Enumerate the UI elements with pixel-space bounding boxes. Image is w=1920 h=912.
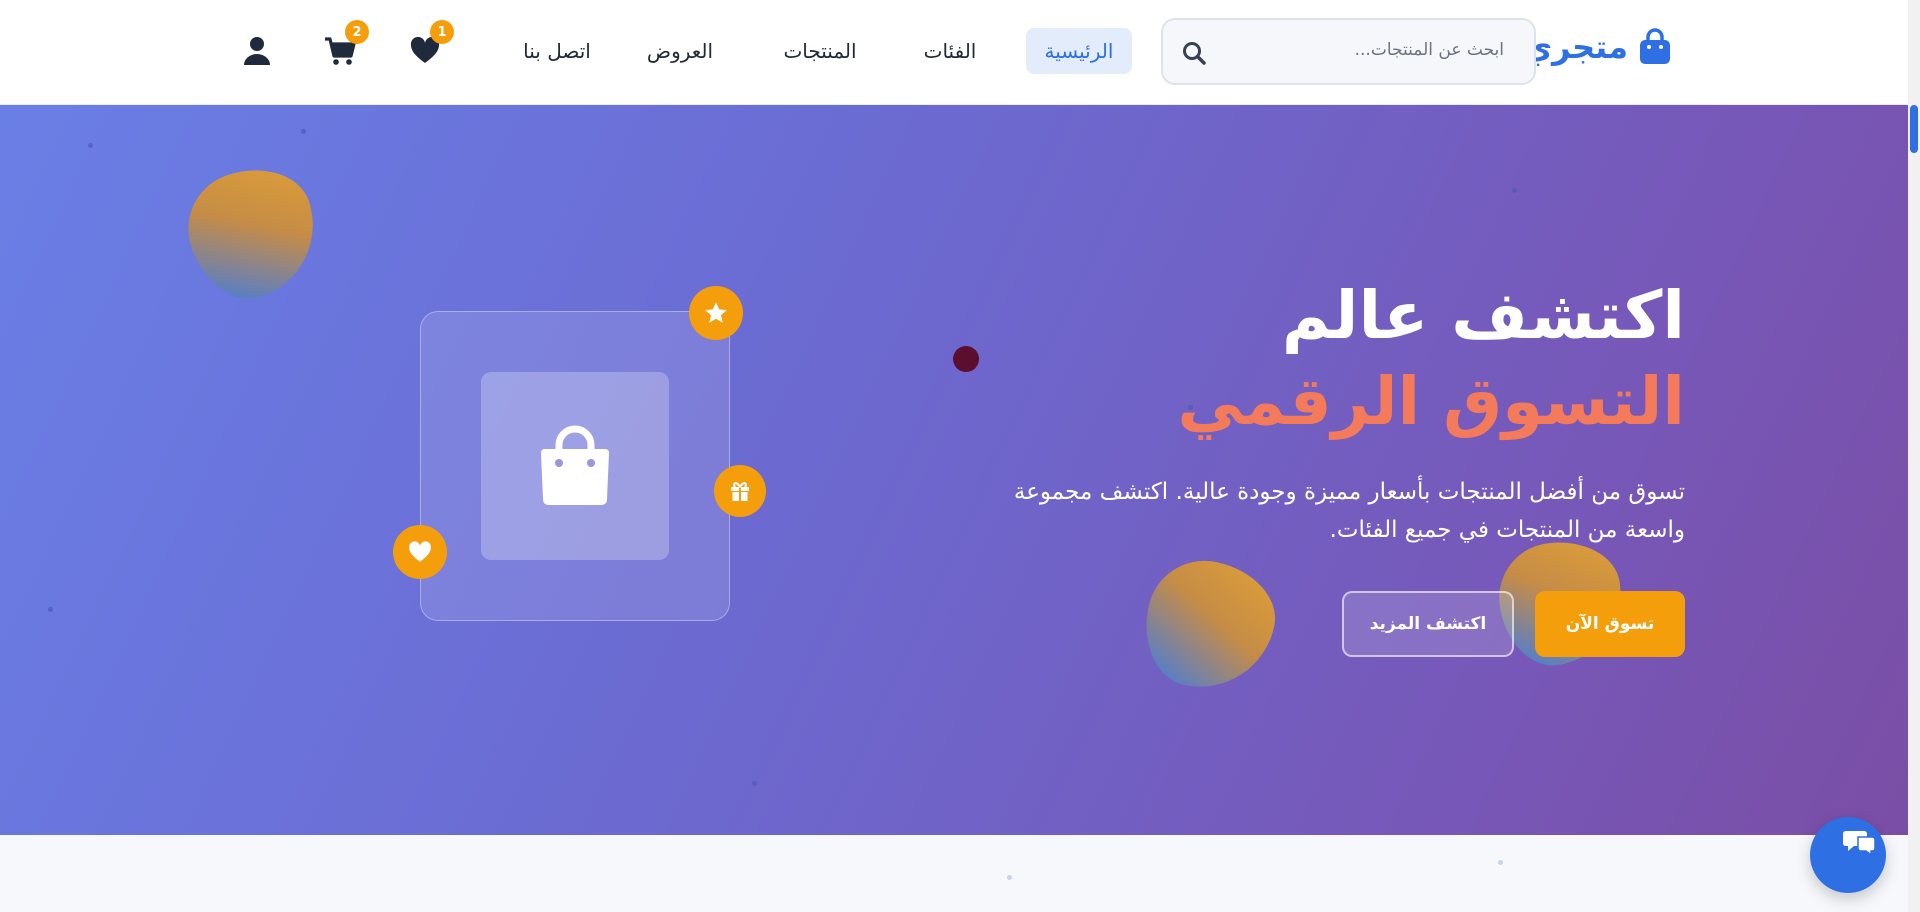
- logo-text: متجري: [1522, 28, 1628, 66]
- shopping-bag-icon: [541, 425, 609, 505]
- decor-dot: [48, 607, 53, 612]
- shop-now-button[interactable]: تسوق الآن: [1535, 591, 1685, 657]
- gift-badge: [714, 465, 766, 517]
- chat-button[interactable]: [1810, 817, 1886, 893]
- hero-section: اكتشف عالم التسوق الرقمي تسوق من أفضل ال…: [0, 105, 1908, 835]
- gift-icon: [731, 482, 749, 501]
- heart-icon: [409, 541, 431, 562]
- scrollbar-thumb[interactable]: [1910, 105, 1918, 153]
- star-icon: [705, 302, 727, 323]
- decor-dot: [1007, 875, 1012, 880]
- nav-categories[interactable]: الفئات: [910, 28, 990, 74]
- hero-title-line2: التسوق الرقمي: [1177, 363, 1685, 440]
- decor-blob: [173, 153, 333, 313]
- hero-subtitle: تسوق من أفضل المنتجات بأسعار مميزة وجودة…: [1013, 479, 1685, 543]
- nav-products[interactable]: المنتجات: [770, 28, 870, 74]
- decor-dot: [1512, 188, 1517, 193]
- cart-button[interactable]: 2: [323, 20, 369, 68]
- decor-dot: [1498, 860, 1503, 865]
- heart-badge: [393, 525, 447, 579]
- explore-more-button[interactable]: اكتشف المزيد: [1342, 591, 1514, 657]
- user-icon: [244, 37, 270, 65]
- cursor-indicator: [953, 346, 979, 372]
- search-icon[interactable]: [1181, 40, 1207, 66]
- page-scrollbar[interactable]: [1908, 0, 1920, 912]
- wishlist-button[interactable]: 1: [408, 20, 454, 68]
- logo[interactable]: متجري: [1523, 28, 1672, 66]
- decor-dot: [752, 781, 757, 786]
- star-badge: [689, 286, 743, 340]
- site-header: متجري الرئيسية الفئات المنتجات العروض ات…: [0, 0, 1908, 105]
- shopping-bag-icon: [1640, 28, 1670, 64]
- decor-dot: [301, 129, 306, 134]
- chat-icon: [1843, 831, 1876, 857]
- cart-count-badge: 2: [345, 20, 369, 44]
- decor-dot: [88, 143, 93, 148]
- search-input[interactable]: [1224, 40, 1504, 60]
- wishlist-count-badge: 1: [430, 20, 454, 44]
- decor-blob: [1134, 550, 1285, 701]
- nav-contact[interactable]: اتصل بنا: [500, 28, 614, 74]
- nav-home[interactable]: الرئيسية: [1026, 28, 1132, 74]
- search-box[interactable]: [1161, 18, 1536, 85]
- user-account-button[interactable]: [240, 34, 274, 68]
- hero-title-line1: اكتشف عالم: [1281, 277, 1685, 354]
- nav-offers[interactable]: العروض: [636, 28, 724, 74]
